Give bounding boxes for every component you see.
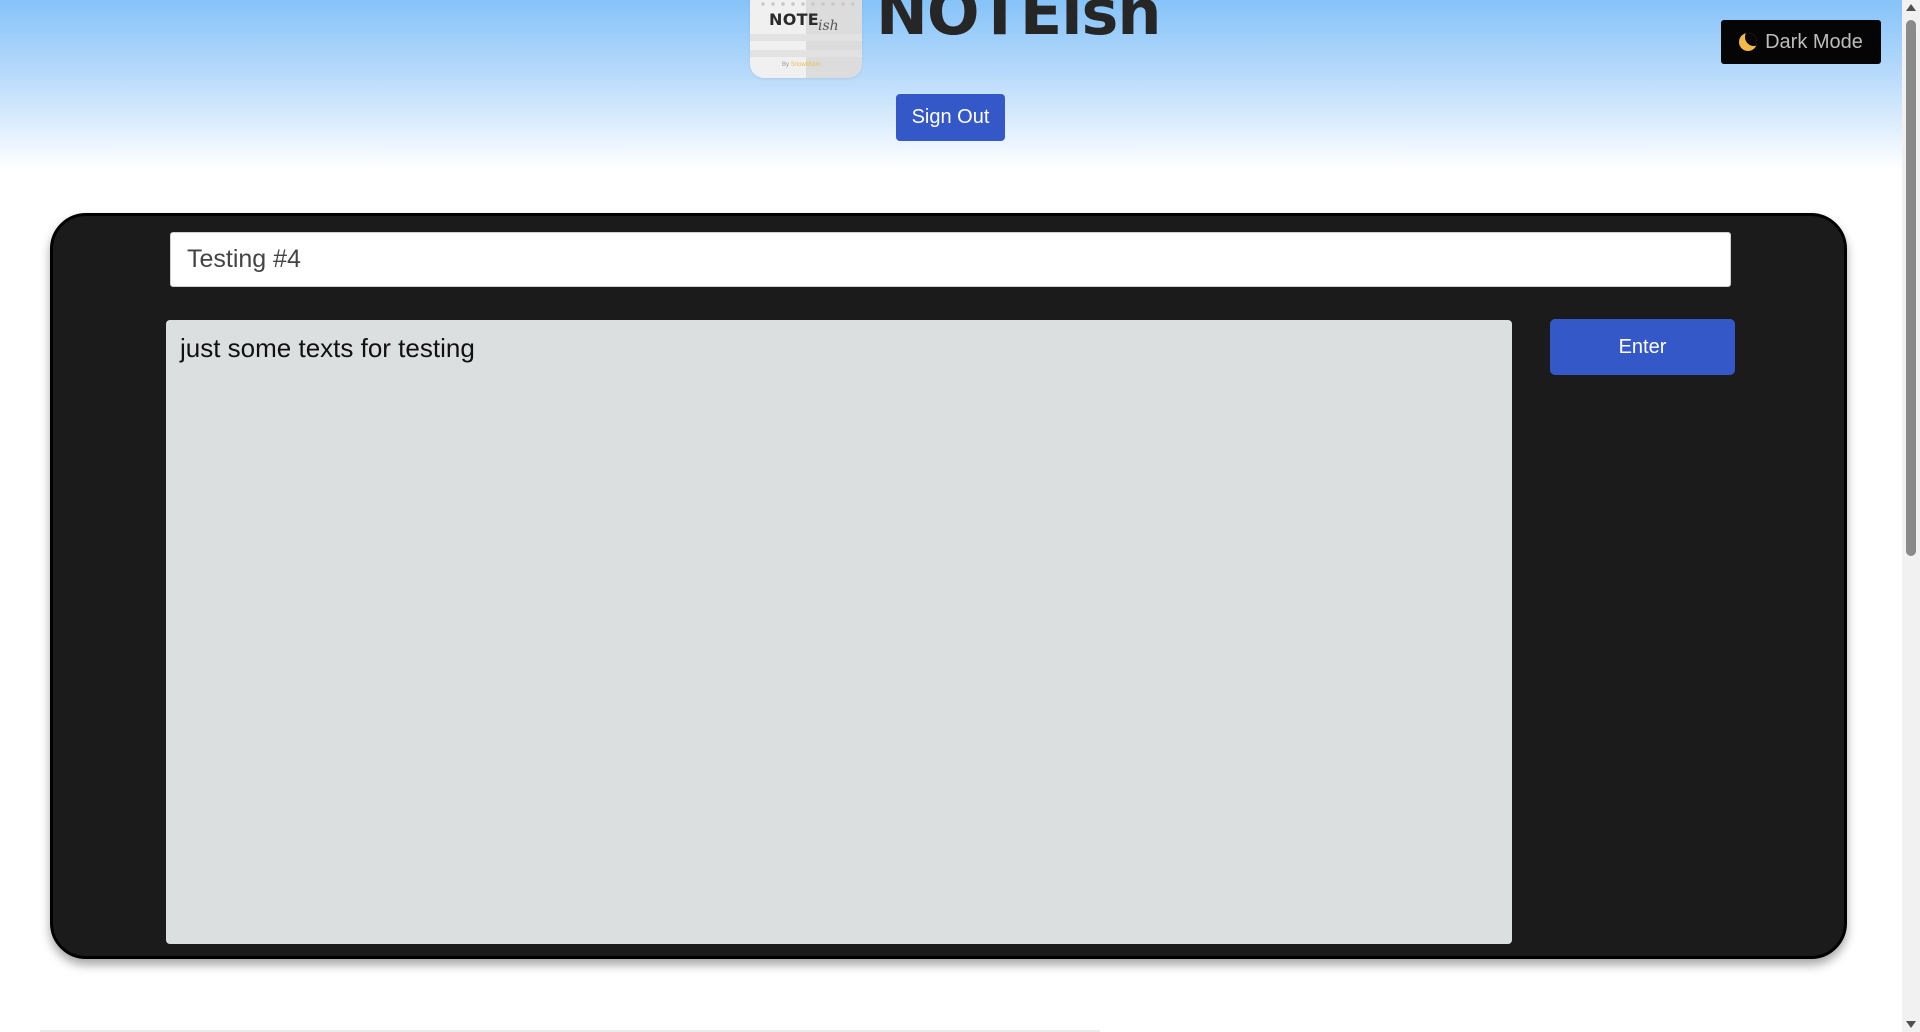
logo-byline-prefix: By bbox=[782, 62, 790, 68]
scrollbar-thumb[interactable] bbox=[1906, 20, 1916, 556]
moon-icon bbox=[1739, 33, 1758, 51]
logo-band bbox=[750, 34, 862, 41]
sign-out-button[interactable]: Sign Out bbox=[896, 94, 1005, 141]
dark-mode-button[interactable]: Dark Mode bbox=[1721, 20, 1881, 64]
logo-dots bbox=[758, 2, 854, 6]
logo-word: NOTE bbox=[769, 10, 820, 29]
scroll-down-arrow-icon[interactable] bbox=[1906, 1021, 1916, 1028]
logo-byline: By SnowMoon bbox=[782, 62, 821, 68]
app-title: NOTEish bbox=[876, 0, 1162, 49]
dark-mode-label: Dark Mode bbox=[1765, 30, 1863, 53]
logo-script: ish bbox=[818, 18, 839, 34]
page: NOTE ish By SnowMoon NOTEish Sign Out Da… bbox=[0, 0, 1920, 1032]
note-body-textarea[interactable]: just some texts for testing bbox=[166, 320, 1512, 944]
note-title-input[interactable] bbox=[170, 232, 1731, 287]
logo-band bbox=[750, 50, 862, 57]
page-scrollbar[interactable] bbox=[1902, 0, 1920, 1032]
app-logo: NOTE ish By SnowMoon bbox=[750, 0, 862, 78]
scroll-up-arrow-icon[interactable] bbox=[1906, 4, 1916, 11]
logo-byline-name: SnowMoon bbox=[790, 62, 821, 68]
enter-button[interactable]: Enter bbox=[1550, 319, 1735, 375]
